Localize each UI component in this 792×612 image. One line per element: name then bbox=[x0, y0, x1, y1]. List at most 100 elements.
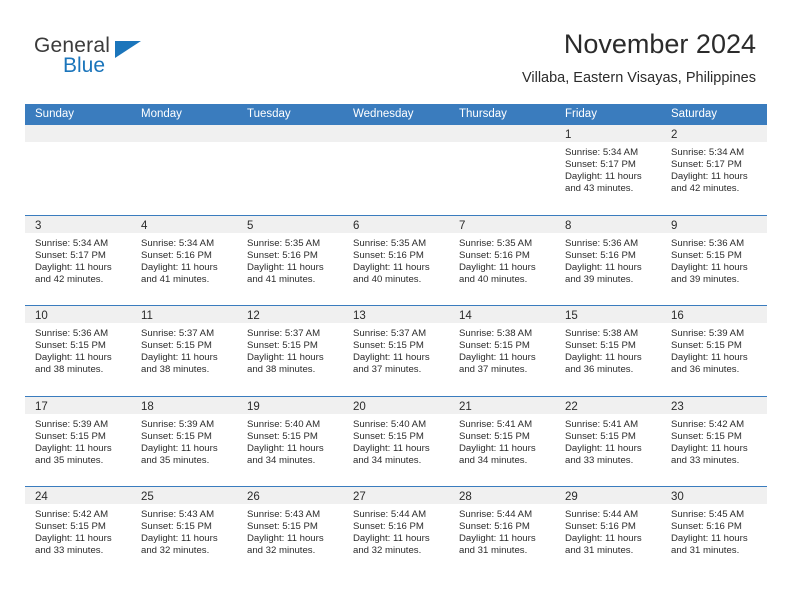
daylight-text-line1: Daylight: 11 hours bbox=[141, 261, 218, 273]
day-details: Sunrise: 5:41 AM Sunset: 5:15 PM Daylight:… bbox=[449, 414, 555, 467]
calendar-day-cell[interactable]: 22 Sunrise: 5:41 AM Sunset: 5:15 PM Dayligh… bbox=[555, 396, 661, 487]
daylight-text-line2: and 32 minutes. bbox=[353, 545, 422, 557]
day-number-band: 14 bbox=[449, 306, 555, 323]
daylight-text-line1: Daylight: 11 hours bbox=[671, 533, 748, 545]
daylight-text-line1: Daylight: 11 hours bbox=[565, 533, 642, 545]
calendar-page: General Blue November 2024 Villaba, East… bbox=[0, 0, 792, 612]
calendar-day-cell[interactable]: 24 Sunrise: 5:42 AM Sunset: 5:15 PM Dayligh… bbox=[25, 487, 131, 577]
calendar-day-cell[interactable]: 14 Sunrise: 5:38 AM Sunset: 5:15 PM Dayligh… bbox=[449, 306, 555, 396]
sunrise-text: Sunrise: 5:37 AM bbox=[247, 328, 321, 339]
day-number-band: 21 bbox=[449, 396, 555, 414]
day-number: 15 bbox=[565, 310, 578, 322]
sunrise-text: Sunrise: 5:35 AM bbox=[459, 237, 533, 249]
sunrise-text: Sunrise: 5:39 AM bbox=[671, 328, 745, 339]
calendar-day-cell[interactable]: 5 Sunrise: 5:35 AM Sunset: 5:16 PM Daylight… bbox=[237, 215, 343, 306]
calendar-day-cell[interactable]: 23 Sunrise: 5:42 AM Sunset: 5:15 PM Dayligh… bbox=[661, 396, 767, 487]
calendar-day-cell[interactable]: 17 Sunrise: 5:39 AM Sunset: 5:15 PM Dayligh… bbox=[25, 396, 131, 487]
daylight-text-line2: and 38 minutes. bbox=[141, 364, 210, 376]
sunrise-text: Sunrise: 5:36 AM bbox=[671, 237, 745, 249]
calendar-day-cell[interactable]: 26 Sunrise: 5:43 AM Sunset: 5:15 PM Dayligh… bbox=[237, 487, 343, 577]
day-number: 5 bbox=[247, 219, 254, 232]
day-details: Sunrise: 5:38 AM Sunset: 5:15 PM Daylight:… bbox=[449, 323, 555, 376]
daylight-text-line2: and 34 minutes. bbox=[353, 454, 422, 466]
sunrise-text: Sunrise: 5:41 AM bbox=[565, 418, 639, 430]
calendar-day-cell[interactable]: 10 Sunrise: 5:36 AM Sunset: 5:15 PM Dayligh… bbox=[25, 306, 131, 396]
daylight-text-line1: Daylight: 11 hours bbox=[353, 442, 430, 454]
weekday-header-row: Sunday Monday Tuesday Wednesday Thursday… bbox=[25, 104, 767, 125]
daylight-text-line1: Daylight: 11 hours bbox=[671, 442, 748, 454]
day-number: 22 bbox=[565, 400, 578, 413]
sunset-text: Sunset: 5:15 PM bbox=[141, 521, 212, 533]
day-details: Sunrise: 5:37 AM Sunset: 5:15 PM Daylight:… bbox=[131, 323, 237, 376]
day-details: Sunrise: 5:38 AM Sunset: 5:15 PM Daylight:… bbox=[555, 323, 661, 376]
sunset-text: Sunset: 5:16 PM bbox=[459, 521, 530, 533]
sunset-text: Sunset: 5:15 PM bbox=[459, 340, 530, 352]
day-number: 29 bbox=[565, 491, 578, 503]
calendar-week-row: 10 Sunrise: 5:36 AM Sunset: 5:15 PM Dayligh… bbox=[25, 305, 767, 396]
calendar-day-cell[interactable]: 7 Sunrise: 5:35 AM Sunset: 5:16 PM Daylight… bbox=[449, 215, 555, 306]
calendar-day-cell[interactable]: 28 Sunrise: 5:44 AM Sunset: 5:16 PM Dayligh… bbox=[449, 487, 555, 577]
sunset-text: Sunset: 5:16 PM bbox=[141, 249, 212, 261]
day-details: Sunrise: 5:34 AM Sunset: 5:17 PM Daylight:… bbox=[555, 142, 661, 195]
day-number: 8 bbox=[565, 219, 572, 232]
calendar-day-cell[interactable]: 30 Sunrise: 5:45 AM Sunset: 5:16 PM Dayligh… bbox=[661, 487, 767, 577]
day-number-band: 11 bbox=[131, 306, 237, 323]
day-number-band bbox=[237, 125, 343, 142]
calendar-day-cell[interactable]: 29 Sunrise: 5:44 AM Sunset: 5:16 PM Dayligh… bbox=[555, 487, 661, 577]
daylight-text-line1: Daylight: 11 hours bbox=[247, 261, 324, 273]
calendar-day-cell[interactable]: 18 Sunrise: 5:39 AM Sunset: 5:15 PM Dayligh… bbox=[131, 396, 237, 487]
calendar-day-cell[interactable]: 3 Sunrise: 5:34 AM Sunset: 5:17 PM Daylight… bbox=[25, 215, 131, 306]
day-number: 10 bbox=[35, 310, 48, 322]
calendar-day-cell[interactable]: 11 Sunrise: 5:37 AM Sunset: 5:15 PM Dayligh… bbox=[131, 306, 237, 396]
calendar-day-cell[interactable]: 16 Sunrise: 5:39 AM Sunset: 5:15 PM Dayligh… bbox=[661, 306, 767, 396]
daylight-text-line2: and 34 minutes. bbox=[459, 454, 528, 466]
day-details: Sunrise: 5:35 AM Sunset: 5:16 PM Daylight:… bbox=[237, 233, 343, 286]
daylight-text-line1: Daylight: 11 hours bbox=[565, 171, 642, 183]
calendar-day-cell[interactable]: 12 Sunrise: 5:37 AM Sunset: 5:15 PM Dayligh… bbox=[237, 306, 343, 396]
daylight-text-line2: and 40 minutes. bbox=[353, 273, 422, 285]
calendar-day-cell[interactable]: 20 Sunrise: 5:40 AM Sunset: 5:15 PM Dayligh… bbox=[343, 396, 449, 487]
calendar-day-cell[interactable]: 21 Sunrise: 5:41 AM Sunset: 5:15 PM Dayligh… bbox=[449, 396, 555, 487]
daylight-text-line2: and 31 minutes. bbox=[671, 545, 740, 557]
day-number: 27 bbox=[353, 491, 366, 503]
day-number: 26 bbox=[247, 491, 260, 503]
daylight-text-line1: Daylight: 11 hours bbox=[35, 442, 112, 454]
day-number-band: 9 bbox=[661, 215, 767, 233]
daylight-text-line2: and 35 minutes. bbox=[35, 454, 104, 466]
day-number-band: 18 bbox=[131, 396, 237, 414]
sunrise-text: Sunrise: 5:40 AM bbox=[247, 418, 321, 430]
calendar-day-cell[interactable]: 1 Sunrise: 5:34 AM Sunset: 5:17 PM Daylight… bbox=[555, 125, 661, 215]
calendar-day-cell[interactable]: 8 Sunrise: 5:36 AM Sunset: 5:16 PM Daylight… bbox=[555, 215, 661, 306]
calendar-day-cell[interactable]: 4 Sunrise: 5:34 AM Sunset: 5:16 PM Daylight… bbox=[131, 215, 237, 306]
general-blue-logo[interactable]: General Blue bbox=[34, 34, 214, 84]
calendar-day-cell[interactable]: 27 Sunrise: 5:44 AM Sunset: 5:16 PM Dayligh… bbox=[343, 487, 449, 577]
calendar-day-cell[interactable]: 6 Sunrise: 5:35 AM Sunset: 5:16 PM Daylight… bbox=[343, 215, 449, 306]
calendar-day-cell[interactable]: 2 Sunrise: 5:34 AM Sunset: 5:17 PM Daylight… bbox=[661, 125, 767, 215]
daylight-text-line2: and 37 minutes. bbox=[353, 364, 422, 376]
day-details: Sunrise: 5:39 AM Sunset: 5:15 PM Daylight:… bbox=[661, 323, 767, 376]
day-details: Sunrise: 5:44 AM Sunset: 5:16 PM Daylight:… bbox=[343, 504, 449, 557]
day-number: 21 bbox=[459, 400, 472, 413]
day-number-band: 1 bbox=[555, 125, 661, 142]
day-number-band: 19 bbox=[237, 396, 343, 414]
calendar-day-cell[interactable]: 25 Sunrise: 5:43 AM Sunset: 5:15 PM Dayligh… bbox=[131, 487, 237, 577]
sunset-text: Sunset: 5:16 PM bbox=[565, 521, 636, 533]
calendar-day-cell[interactable]: 15 Sunrise: 5:38 AM Sunset: 5:15 PM Dayligh… bbox=[555, 306, 661, 396]
day-details: Sunrise: 5:43 AM Sunset: 5:15 PM Daylight:… bbox=[131, 504, 237, 557]
day-number-band: 15 bbox=[555, 306, 661, 323]
weekday-header-thursday: Thursday bbox=[459, 108, 507, 120]
sunrise-text: Sunrise: 5:42 AM bbox=[671, 418, 745, 430]
sunset-text: Sunset: 5:15 PM bbox=[353, 430, 424, 442]
day-number-band bbox=[449, 125, 555, 142]
calendar-day-cell[interactable]: 19 Sunrise: 5:40 AM Sunset: 5:15 PM Dayligh… bbox=[237, 396, 343, 487]
day-details: Sunrise: 5:40 AM Sunset: 5:15 PM Daylight:… bbox=[343, 414, 449, 467]
sunset-text: Sunset: 5:15 PM bbox=[459, 430, 530, 442]
calendar-day-cell[interactable]: 13 Sunrise: 5:37 AM Sunset: 5:15 PM Dayligh… bbox=[343, 306, 449, 396]
day-number: 2 bbox=[671, 129, 678, 141]
day-number-band: 2 bbox=[661, 125, 767, 142]
calendar-day-cell[interactable]: 9 Sunrise: 5:36 AM Sunset: 5:15 PM Daylight… bbox=[661, 215, 767, 306]
daylight-text-line1: Daylight: 11 hours bbox=[459, 261, 536, 273]
day-number-band: 28 bbox=[449, 487, 555, 504]
calendar-weeks: 1 Sunrise: 5:34 AM Sunset: 5:17 PM Daylight… bbox=[25, 125, 767, 577]
day-number-band: 27 bbox=[343, 487, 449, 504]
